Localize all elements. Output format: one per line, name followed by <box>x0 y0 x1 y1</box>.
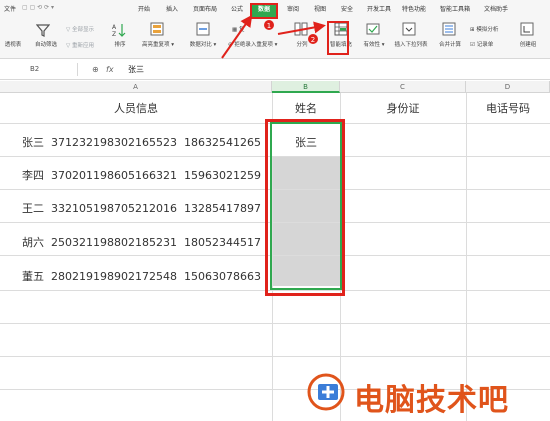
annotation-arrows: 1 2 <box>221 14 326 59</box>
watermark-text: 电脑技术吧 <box>354 383 509 418</box>
watermark-logo-icon <box>307 373 345 411</box>
spreadsheet-app: 文件 ▢ ▢ ⟲ ⟳ ▾ 开始 插入 页面布局 公式 数据 审阅 视图 安全 开… <box>0 0 550 421</box>
step-marker-1-label: 1 <box>267 22 271 30</box>
step-marker-2-label: 2 <box>311 36 315 44</box>
watermark: 电脑技术吧 <box>306 372 508 418</box>
